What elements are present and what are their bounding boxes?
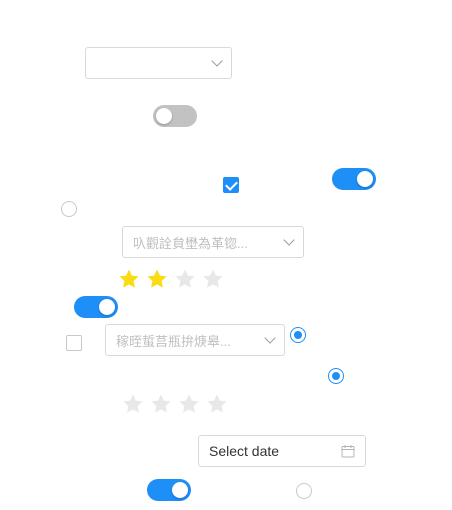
star-icon[interactable]	[118, 268, 140, 290]
toggle-knob	[357, 171, 373, 187]
toggle-switch-3[interactable]	[74, 296, 118, 318]
chevron-down-icon	[283, 234, 295, 246]
radio-button-3[interactable]	[328, 368, 344, 384]
checkbox-1[interactable]	[223, 177, 239, 193]
select-2-value: 叺觀詮貟壄為革锪...	[133, 235, 248, 251]
star-icon[interactable]	[174, 268, 196, 290]
star-icon[interactable]	[178, 393, 200, 415]
chevron-down-icon	[211, 55, 223, 67]
date-picker[interactable]: Select date	[198, 435, 366, 467]
toggle-switch-4[interactable]	[147, 479, 191, 501]
select-dropdown-1[interactable]	[85, 47, 232, 79]
checkmark-icon	[225, 178, 238, 191]
checkbox-2[interactable]	[66, 335, 82, 351]
select-dropdown-2[interactable]: 叺觀詮貟壄為革锪...	[122, 226, 304, 258]
star-rating-1[interactable]	[118, 268, 224, 290]
radio-button-4[interactable]	[296, 483, 312, 499]
star-icon[interactable]	[202, 268, 224, 290]
star-rating-2[interactable]	[122, 393, 228, 415]
radio-button-1[interactable]	[61, 201, 77, 217]
chevron-down-icon	[264, 332, 276, 344]
star-icon[interactable]	[122, 393, 144, 415]
radio-dot	[332, 372, 340, 380]
select-3-value: 稼晊蜇莒瓶拚焿皋...	[116, 333, 231, 349]
star-icon[interactable]	[150, 393, 172, 415]
radio-button-2[interactable]	[290, 327, 306, 343]
toggle-switch-2[interactable]	[332, 168, 376, 190]
toggle-knob	[156, 108, 172, 124]
toggle-knob	[99, 299, 115, 315]
radio-dot	[294, 331, 302, 339]
select-dropdown-3[interactable]: 稼晊蜇莒瓶拚焿皋...	[105, 324, 285, 356]
star-icon[interactable]	[146, 268, 168, 290]
calendar-icon	[341, 445, 355, 458]
star-icon[interactable]	[206, 393, 228, 415]
toggle-switch-1[interactable]	[153, 105, 197, 127]
date-picker-placeholder: Select date	[209, 443, 280, 459]
toggle-knob	[172, 482, 188, 498]
